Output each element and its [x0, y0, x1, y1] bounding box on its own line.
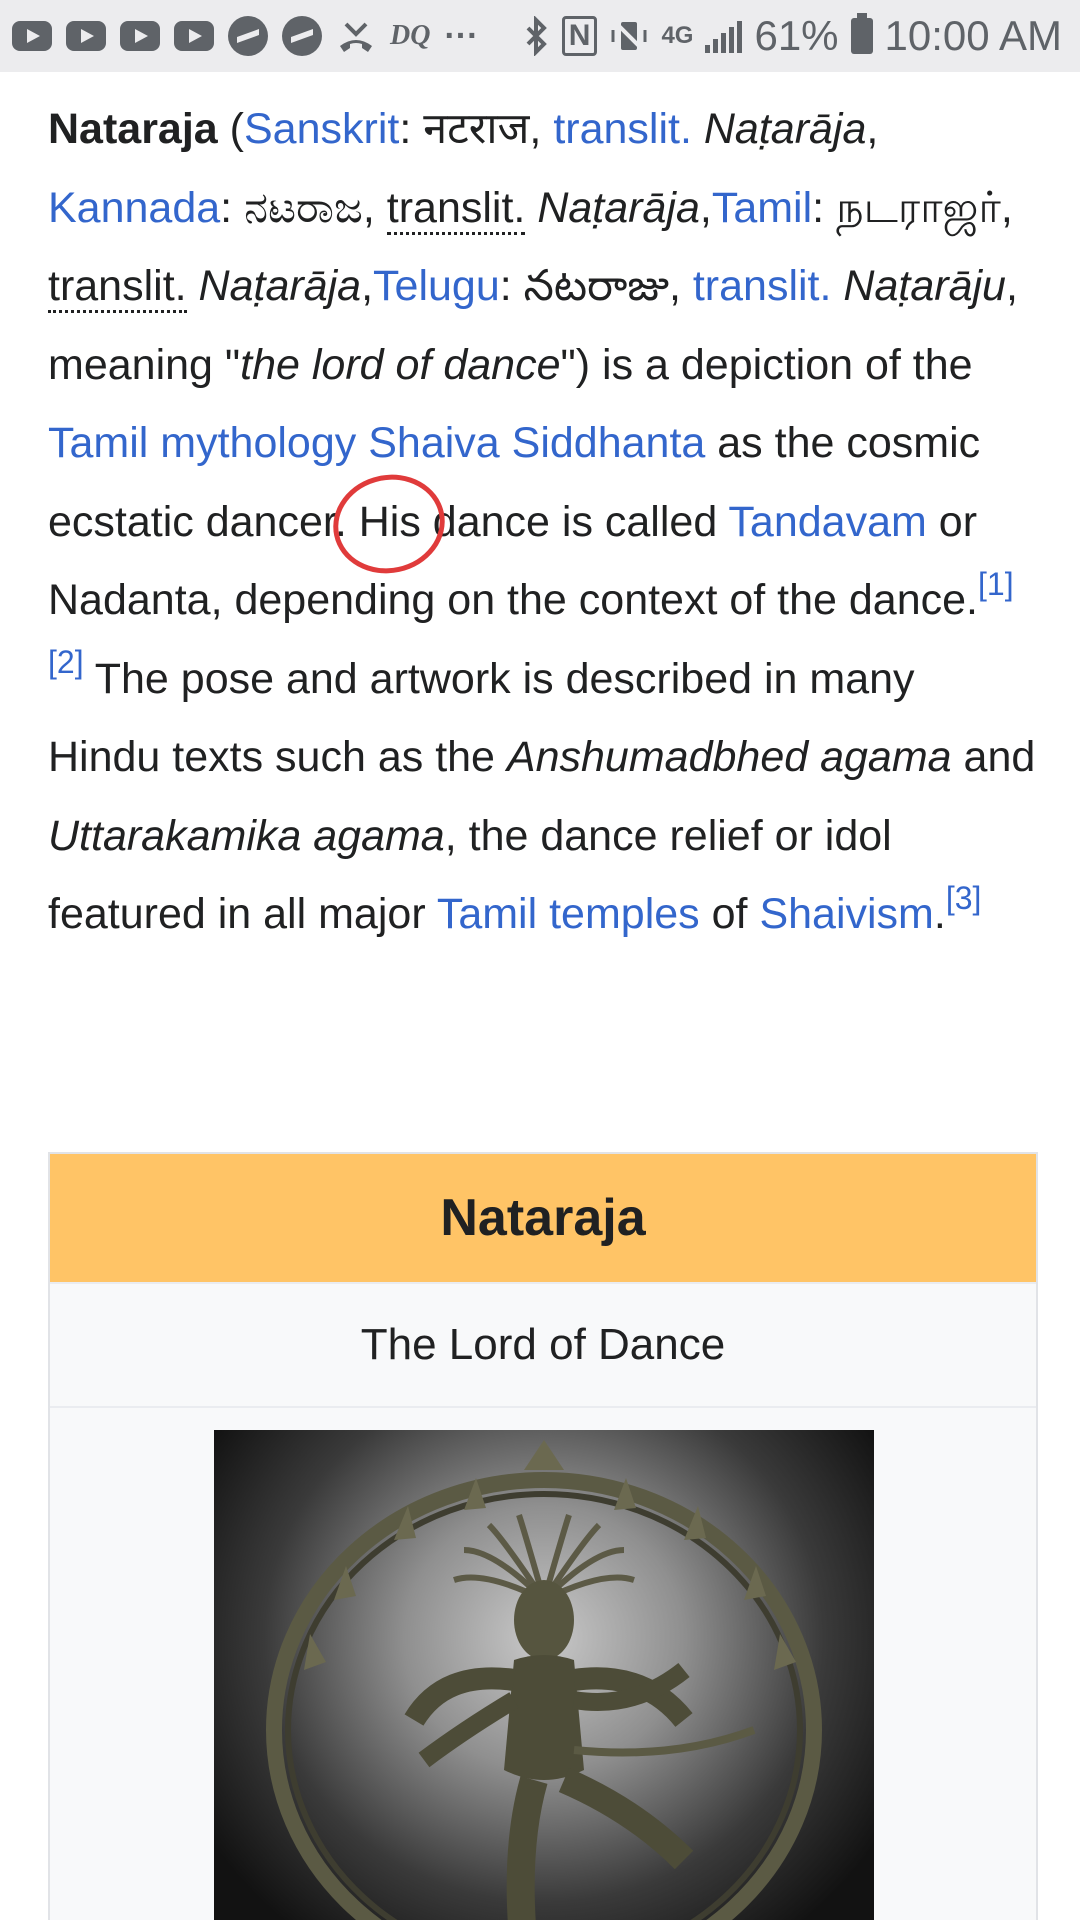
article-body: Nataraja (Sanskrit: नटराज, translit. Naṭ…: [48, 90, 1038, 954]
nfc-icon: N: [561, 16, 598, 56]
translit-abbr[interactable]: translit.: [386, 183, 526, 235]
sanskrit-link[interactable]: Sanskrit: [244, 105, 399, 153]
network-type-icon: 4G: [661, 22, 694, 49]
translit-link[interactable]: translit.: [693, 262, 832, 310]
more-notifications-icon: ···: [444, 16, 479, 55]
clock: 10:00 AM: [884, 12, 1062, 59]
infobox-title: Nataraja: [50, 1154, 1036, 1284]
translit-link[interactable]: translit.: [553, 105, 692, 153]
dq-icon: DQ: [390, 20, 431, 51]
article-title-bold: Nataraja: [48, 105, 218, 153]
reference-2-link[interactable]: [2]: [48, 644, 84, 680]
nataraja-statue-icon: [266, 1440, 822, 1920]
vibrate-mute-icon: [611, 18, 647, 54]
youtube-icon: [12, 21, 52, 51]
reference-3-link[interactable]: [3]: [946, 880, 982, 916]
shaivism-link[interactable]: Shaivism: [759, 890, 933, 938]
reference-1-link[interactable]: [1]: [978, 566, 1014, 602]
telugu-link[interactable]: Telugu: [373, 262, 500, 310]
messenger-icon: [282, 16, 322, 56]
battery-percent: 61%: [754, 12, 839, 59]
signal-icon: [705, 19, 743, 53]
system-icons: N 4G 61% 10:00 AM: [524, 12, 1062, 60]
tamil-link[interactable]: Tamil: [712, 184, 812, 232]
missed-call-icon: [340, 22, 372, 52]
tandavam-link[interactable]: Tandavam: [728, 498, 926, 546]
circled-word: His: [323, 463, 454, 584]
intro-paragraph: Nataraja (Sanskrit: नटराज, translit. Naṭ…: [48, 105, 1036, 938]
shaiva-siddhanta-link[interactable]: Shaiva Siddhanta: [368, 419, 705, 467]
status-bar: DQ ··· N 4G 61% 10:00 AM: [0, 0, 1080, 72]
youtube-icon: [66, 21, 106, 51]
translit-abbr[interactable]: translit.: [48, 262, 187, 313]
youtube-icon: [120, 21, 160, 51]
messenger-icon: [228, 16, 268, 56]
infobox-subtitle: The Lord of Dance: [50, 1284, 1036, 1408]
nataraja-statue-image[interactable]: [214, 1430, 874, 1920]
tamil-temples-redlink[interactable]: Tamil temples: [437, 890, 700, 938]
tamil-mythology-link[interactable]: Tamil mythology: [48, 419, 356, 467]
kannada-link[interactable]: Kannada: [48, 184, 220, 232]
youtube-icon: [174, 21, 214, 51]
bluetooth-icon: [526, 16, 547, 56]
battery-icon: [850, 13, 873, 54]
notification-icons: DQ ···: [12, 16, 524, 56]
infobox: Nataraja The Lord of Dance: [48, 1152, 1038, 1920]
